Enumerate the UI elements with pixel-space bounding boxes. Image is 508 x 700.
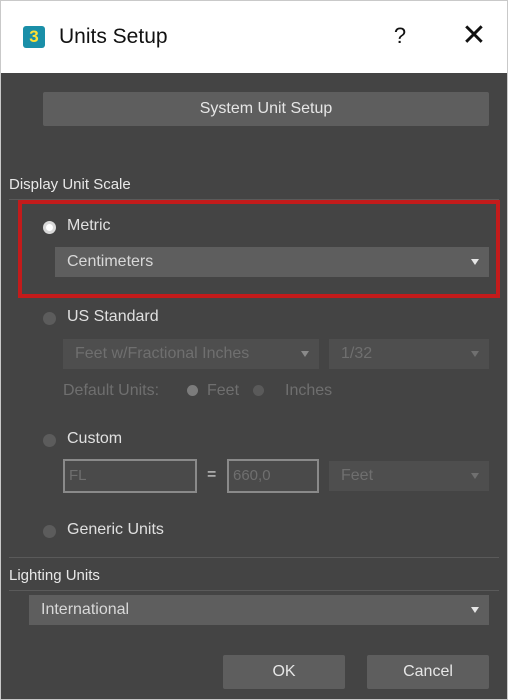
- display-unit-scale-label: Display Unit Scale: [9, 176, 131, 193]
- ok-button[interactable]: OK: [223, 655, 345, 689]
- chevron-down-icon: [301, 351, 309, 357]
- us-standard-radio[interactable]: [43, 312, 56, 325]
- help-button[interactable]: ?: [385, 21, 415, 51]
- custom-label: Custom: [67, 430, 123, 447]
- lighting-units-value: International: [41, 601, 130, 618]
- default-inches-label: Inches: [285, 382, 333, 399]
- fraction-dropdown[interactable]: 1/32: [329, 339, 489, 369]
- app-3dsmax-icon: 3: [23, 26, 45, 48]
- close-icon: ✕: [461, 19, 487, 52]
- generic-units-label: Generic Units: [67, 521, 164, 538]
- custom-amount-input[interactable]: 660,0: [227, 459, 319, 493]
- default-inches-radio[interactable]: [253, 385, 264, 396]
- equals-sign: =: [207, 466, 217, 483]
- lighting-units-label: Lighting Units: [9, 567, 100, 584]
- generic-units-radio[interactable]: [43, 525, 56, 538]
- highlight-box: [18, 200, 500, 298]
- default-feet-radio[interactable]: [187, 385, 198, 396]
- title-bar: 3 Units Setup ? ✕: [1, 1, 507, 73]
- system-unit-setup-button[interactable]: System Unit Setup: [43, 92, 489, 126]
- cancel-button[interactable]: Cancel: [367, 655, 489, 689]
- section-divider: [9, 590, 499, 591]
- close-button[interactable]: ✕: [457, 19, 491, 53]
- lighting-units-dropdown[interactable]: International: [29, 595, 489, 625]
- default-units-label: Default Units:: [63, 382, 160, 399]
- custom-unit-value: Feet: [341, 467, 374, 484]
- custom-unit-dropdown[interactable]: Feet: [329, 461, 489, 491]
- fraction-value: 1/32: [341, 345, 373, 362]
- chevron-down-icon: [471, 607, 479, 613]
- chevron-down-icon: [471, 473, 479, 479]
- custom-name-input[interactable]: FL: [63, 459, 197, 493]
- dialog-title: Units Setup: [59, 25, 168, 48]
- chevron-down-icon: [471, 351, 479, 357]
- us-standard-label: US Standard: [67, 308, 159, 325]
- us-standard-unit-dropdown[interactable]: Feet w/Fractional Inches: [63, 339, 319, 369]
- custom-radio[interactable]: [43, 434, 56, 447]
- us-standard-unit-value: Feet w/Fractional Inches: [75, 345, 250, 362]
- default-feet-label: Feet: [207, 382, 240, 399]
- units-setup-dialog: 3 Units Setup ? ✕ System Unit Setup Disp…: [0, 0, 508, 700]
- section-divider: [9, 557, 499, 558]
